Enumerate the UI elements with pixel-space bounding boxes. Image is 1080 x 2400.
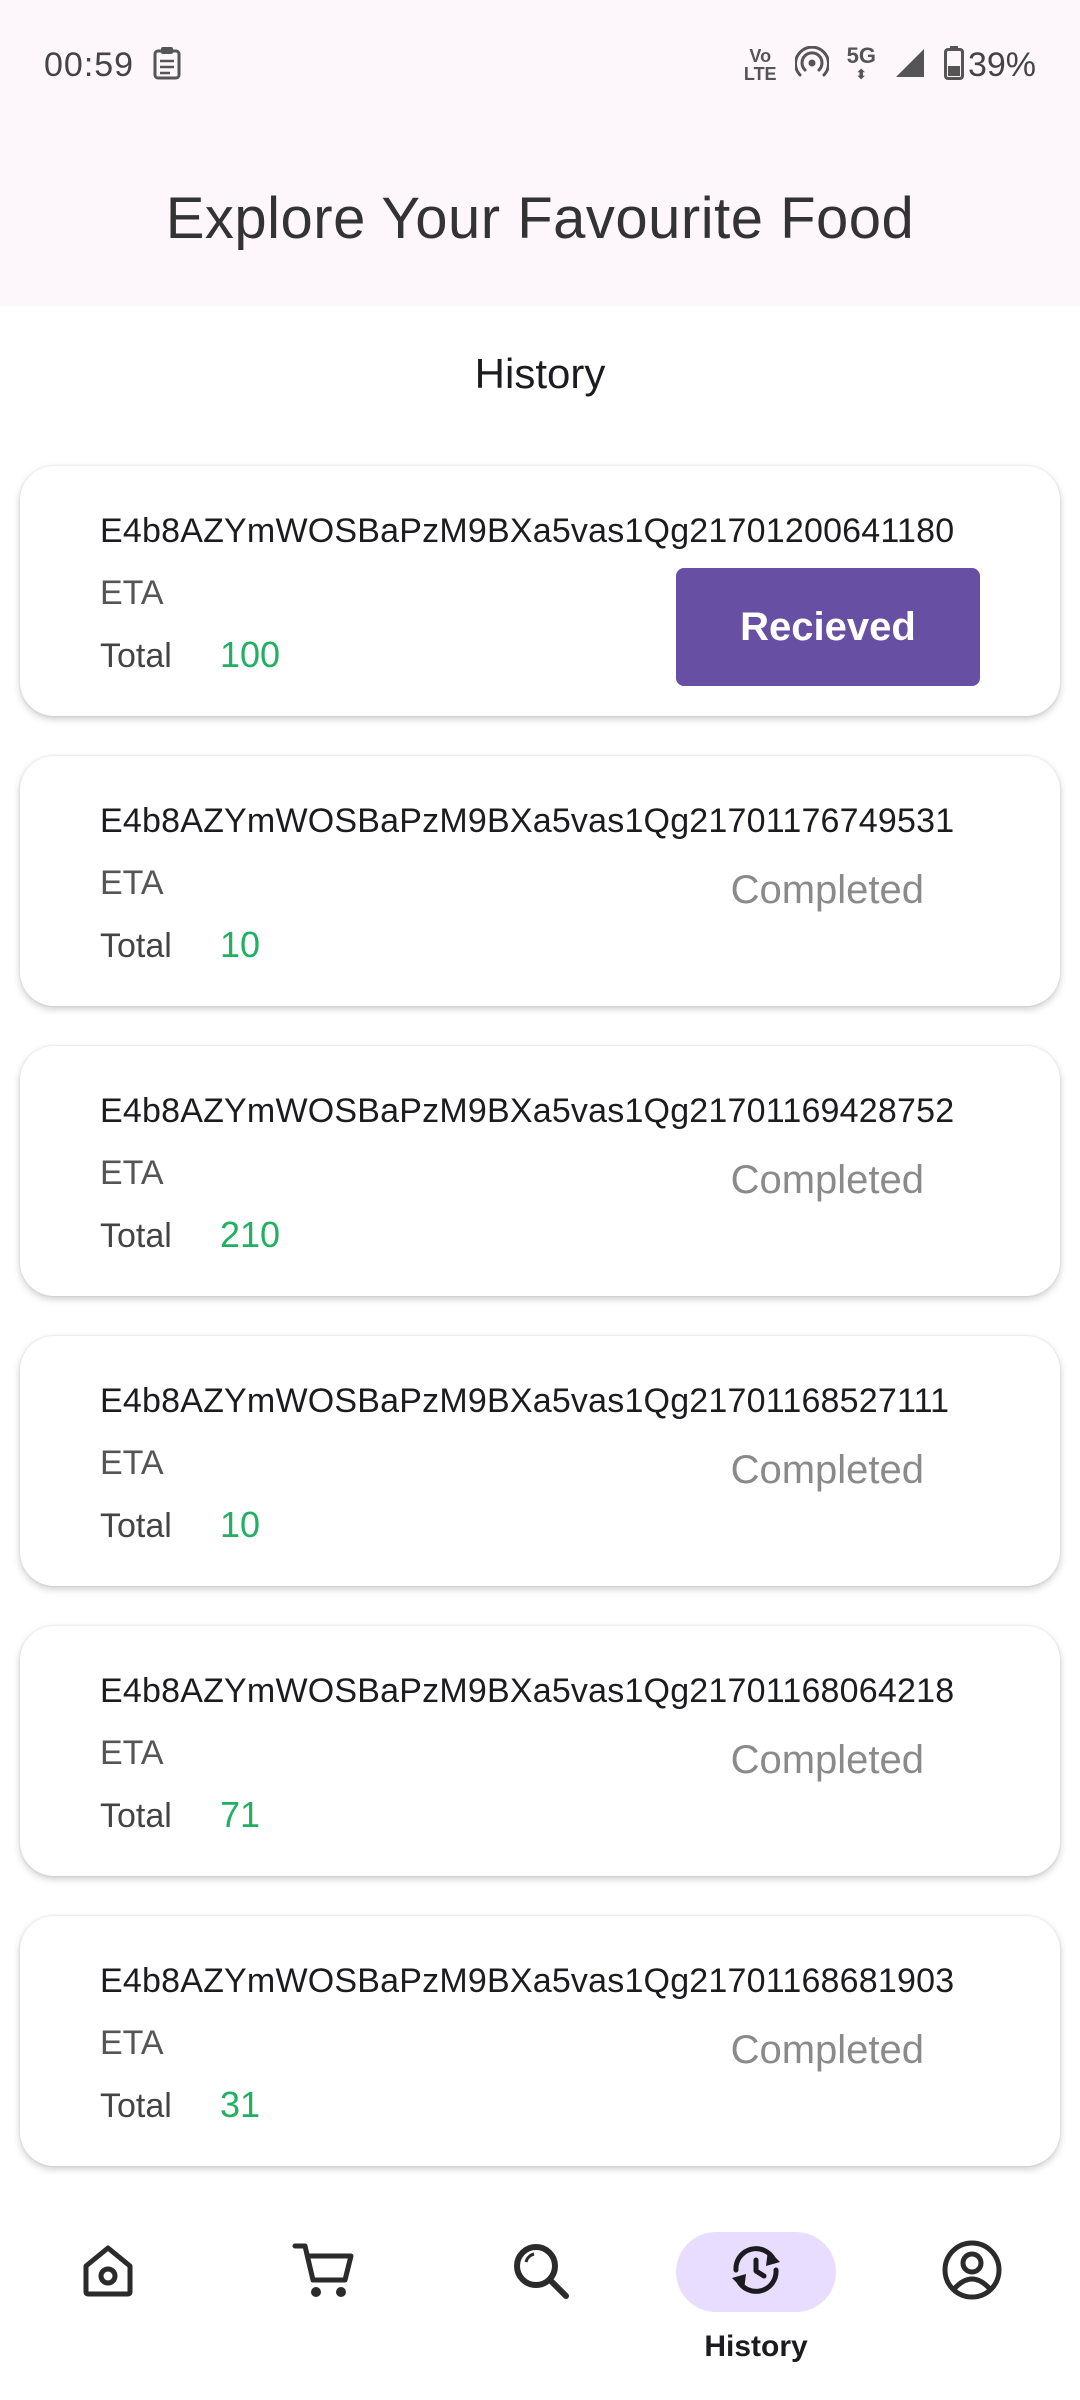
nav-cart-indicator bbox=[244, 2232, 404, 2312]
total-label: Total bbox=[100, 637, 172, 675]
total-label: Total bbox=[100, 927, 172, 965]
app-header: Explore Your Favourite Food bbox=[0, 130, 1080, 306]
total-row: Total 210 bbox=[100, 1214, 280, 1256]
order-card[interactable]: E4b8AZYmWOSBaPzM9BXa5vas1Qg2170116868190… bbox=[20, 1916, 1060, 2166]
order-card[interactable]: E4b8AZYmWOSBaPzM9BXa5vas1Qg2170117674953… bbox=[20, 756, 1060, 1006]
total-label: Total bbox=[100, 1797, 172, 1835]
order-id: E4b8AZYmWOSBaPzM9BXa5vas1Qg2170116942875… bbox=[100, 1092, 955, 1130]
battery-percent: 39% bbox=[967, 45, 1036, 84]
total-value: 31 bbox=[220, 2084, 261, 2125]
order-card[interactable]: E4b8AZYmWOSBaPzM9BXa5vas1Qg2170116852711… bbox=[20, 1336, 1060, 1586]
nav-home[interactable] bbox=[28, 2232, 188, 2372]
nav-history[interactable]: History bbox=[676, 2232, 836, 2372]
total-label: Total bbox=[100, 1507, 172, 1545]
nav-profile-indicator bbox=[892, 2232, 1052, 2312]
profile-icon bbox=[940, 2238, 1004, 2307]
battery-icon bbox=[943, 45, 964, 85]
status-right: Vo LTE 5G ⬍ 39% bbox=[744, 43, 1036, 85]
hotspot-icon bbox=[793, 45, 830, 85]
volte-top: Vo bbox=[749, 46, 772, 66]
order-status: Completed bbox=[730, 1738, 924, 1782]
total-row: Total 10 bbox=[100, 1504, 260, 1546]
total-row: Total 100 bbox=[100, 634, 280, 676]
order-status: Completed bbox=[730, 2028, 924, 2072]
cart-icon bbox=[291, 2238, 357, 2307]
total-row: Total 71 bbox=[100, 1794, 260, 1836]
order-card[interactable]: E4b8AZYmWOSBaPzM9BXa5vas1Qg2170116942875… bbox=[20, 1046, 1060, 1296]
search-icon bbox=[508, 2238, 572, 2307]
eta-label: ETA bbox=[100, 1154, 164, 1192]
received-button[interactable]: Recieved bbox=[676, 568, 980, 686]
order-list: E4b8AZYmWOSBaPzM9BXa5vas1Qg2170120064118… bbox=[20, 466, 1060, 2206]
total-value: 71 bbox=[220, 1794, 261, 1835]
nav-home-indicator bbox=[28, 2232, 188, 2312]
eta-label: ETA bbox=[100, 1734, 164, 1772]
status-left: 00:59 bbox=[44, 46, 182, 85]
order-id: E4b8AZYmWOSBaPzM9BXa5vas1Qg2170117674953… bbox=[100, 802, 955, 840]
order-id: E4b8AZYmWOSBaPzM9BXa5vas1Qg2170116868190… bbox=[100, 1962, 955, 2000]
bottom-navigation: History bbox=[0, 2196, 1080, 2400]
total-value: 10 bbox=[220, 924, 261, 965]
order-card[interactable]: E4b8AZYmWOSBaPzM9BXa5vas1Qg2170116806421… bbox=[20, 1626, 1060, 1876]
section-title: History bbox=[474, 350, 606, 397]
nav-history-label: History bbox=[704, 2330, 808, 2363]
total-label: Total bbox=[100, 1217, 172, 1255]
total-row: Total 31 bbox=[100, 2084, 260, 2126]
signal-icon bbox=[894, 47, 926, 84]
eta-label: ETA bbox=[100, 1444, 164, 1482]
nav-profile[interactable] bbox=[892, 2232, 1052, 2372]
nav-cart[interactable] bbox=[244, 2232, 404, 2372]
battery: 39% bbox=[943, 45, 1036, 85]
total-value: 210 bbox=[220, 1214, 281, 1255]
nav-search-indicator bbox=[460, 2232, 620, 2312]
eta-label: ETA bbox=[100, 864, 164, 902]
eta-label: ETA bbox=[100, 574, 164, 612]
network-type: 5G ⬍ bbox=[846, 43, 876, 83]
order-id: E4b8AZYmWOSBaPzM9BXa5vas1Qg2170116806421… bbox=[100, 1672, 955, 1710]
total-value: 100 bbox=[220, 634, 281, 675]
home-icon bbox=[76, 2238, 140, 2307]
order-id: E4b8AZYmWOSBaPzM9BXa5vas1Qg2170116852711… bbox=[100, 1382, 950, 1420]
eta-label: ETA bbox=[100, 2024, 164, 2062]
volte-bottom: LTE bbox=[743, 64, 777, 84]
total-row: Total 10 bbox=[100, 924, 260, 966]
order-status: Completed bbox=[730, 868, 924, 912]
total-value: 10 bbox=[220, 1504, 261, 1545]
order-id: E4b8AZYmWOSBaPzM9BXa5vas1Qg2170120064118… bbox=[100, 512, 955, 550]
volte-indicator: Vo LTE bbox=[744, 47, 777, 83]
nav-search[interactable] bbox=[460, 2232, 620, 2372]
nav-history-indicator bbox=[676, 2232, 836, 2312]
status-bar: 00:59 Vo LTE 5G ⬍ 39% bbox=[0, 0, 1080, 130]
clipboard-notification-icon bbox=[152, 46, 182, 85]
app-title: Explore Your Favourite Food bbox=[165, 185, 915, 251]
history-icon bbox=[724, 2238, 788, 2307]
order-card[interactable]: E4b8AZYmWOSBaPzM9BXa5vas1Qg2170120064118… bbox=[20, 466, 1060, 716]
total-label: Total bbox=[100, 2087, 172, 2125]
order-status: Completed bbox=[730, 1448, 924, 1492]
status-time: 00:59 bbox=[44, 45, 135, 84]
order-status: Completed bbox=[730, 1158, 924, 1202]
